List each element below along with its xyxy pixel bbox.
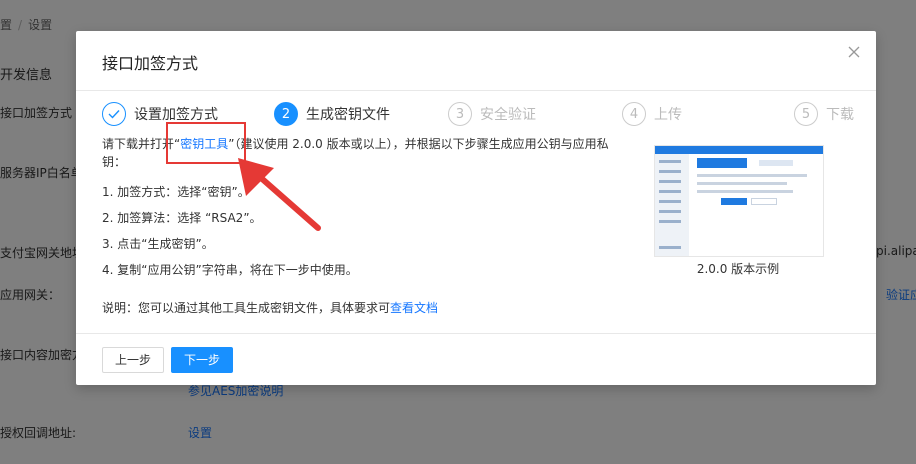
close-icon-glyph xyxy=(848,46,860,58)
dialog-header: 接口加签方式 xyxy=(76,31,876,91)
note-prefix: 说明：您可以通过其他工具生成密钥文件，具体要求可 xyxy=(102,301,391,315)
preview-sidebar xyxy=(655,154,689,256)
preview-tab xyxy=(697,158,747,168)
step-5-label: 下载 xyxy=(826,107,854,123)
instruction-list: 1. 加签方式：选择“密钥”。 2. 加签算法：选择 “RSA2”。 3. 点击… xyxy=(102,183,632,279)
preview-tab-secondary xyxy=(759,160,793,166)
step-2: 2 生成密钥文件 xyxy=(274,101,390,127)
sign-method-dialog: 接口加签方式 设置加签方式 2 生成密钥文件 3 安全验证 4 上传 5 下载 xyxy=(76,31,876,385)
step-4-label: 上传 xyxy=(654,107,682,123)
step-3-number: 3 xyxy=(448,102,472,126)
annotation-arrow-icon xyxy=(238,158,321,231)
dialog-footer: 上一步 下一步 xyxy=(76,333,876,385)
instruction-item: 3. 点击“生成密钥”。 xyxy=(102,237,214,251)
next-step-button[interactable]: 下一步 xyxy=(171,347,234,373)
dialog-title: 接口加签方式 xyxy=(102,54,199,73)
preview-titlebar xyxy=(655,146,823,154)
step-4-number: 4 xyxy=(622,102,646,126)
step-4: 4 上传 xyxy=(622,101,682,127)
step-2-label: 生成密钥文件 xyxy=(306,107,390,123)
instruction-item: 1. 加签方式：选择“密钥”。 xyxy=(102,185,250,199)
view-docs-link[interactable]: 查看文档 xyxy=(390,301,438,315)
step-1-label: 设置加签方式 xyxy=(134,107,218,123)
step-5-number: 5 xyxy=(794,102,818,126)
close-icon[interactable] xyxy=(846,45,862,61)
instruction-item: 2. 加签算法：选择 “RSA2”。 xyxy=(102,211,262,225)
step-3: 3 安全验证 xyxy=(448,101,536,127)
check-icon xyxy=(102,102,126,126)
preview-caption: 2.0.0 版本示例 xyxy=(696,262,780,276)
tool-screenshot-preview xyxy=(654,145,824,257)
instruction-item: 4. 复制“应用公钥”字符串，将在下一步中使用。 xyxy=(102,263,358,277)
step-3-label: 安全验证 xyxy=(480,107,536,123)
prev-step-button[interactable]: 上一步 xyxy=(102,347,165,373)
step-5: 5 下载 xyxy=(794,101,854,127)
step-2-number: 2 xyxy=(274,102,298,126)
note-text: 说明：您可以通过其他工具生成密钥文件，具体要求可查看文档 xyxy=(102,299,438,316)
